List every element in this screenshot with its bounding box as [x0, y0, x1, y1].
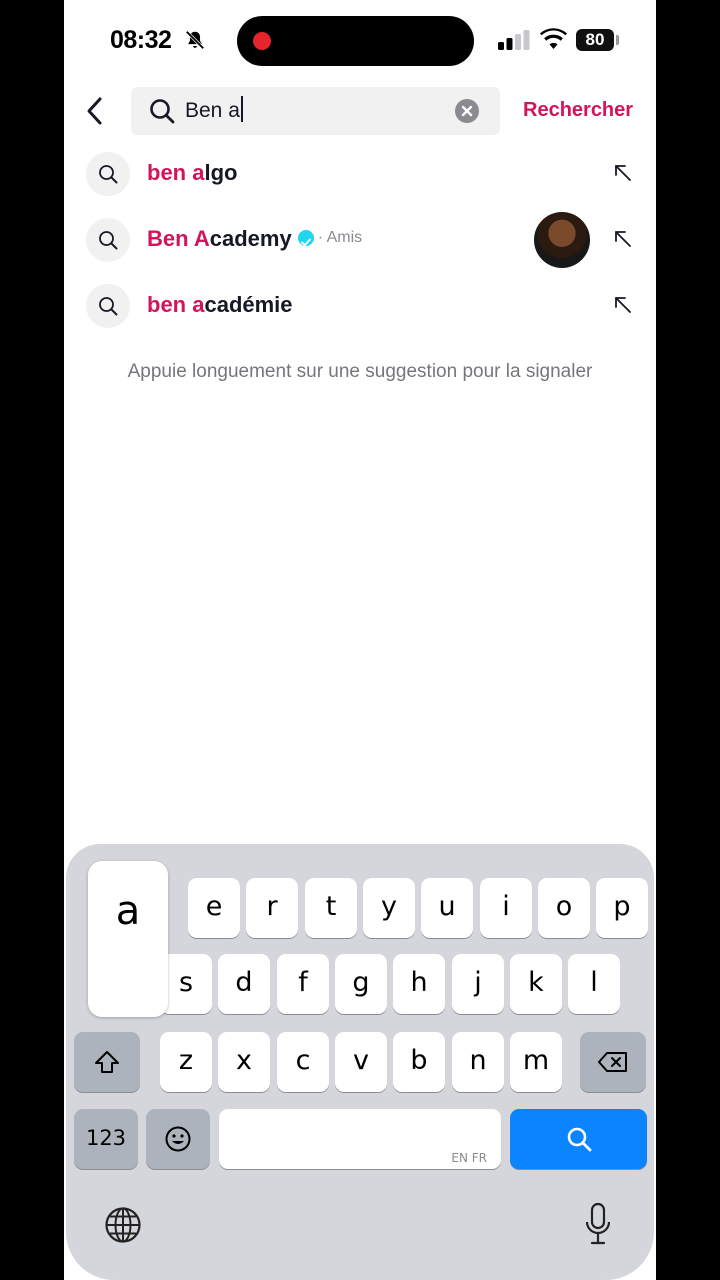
keyboard-search-key[interactable]: [510, 1109, 647, 1169]
shift-key[interactable]: [74, 1032, 140, 1092]
key-u[interactable]: u: [421, 878, 473, 938]
emoji-key[interactable]: [146, 1109, 210, 1169]
fill-suggestion-arrow-icon[interactable]: [612, 162, 634, 184]
recording-dot: [253, 32, 271, 50]
key-g[interactable]: g: [335, 954, 387, 1014]
dynamic-island: [237, 16, 474, 66]
backspace-icon: [598, 1051, 627, 1072]
key-p[interactable]: p: [596, 878, 648, 938]
suggestion-search-icon: [86, 218, 130, 262]
cellular-signal-icon: [498, 30, 530, 50]
search-input[interactable]: Ben a: [131, 87, 500, 135]
keyboard-language-label: EN FR: [451, 1151, 487, 1165]
suggestion-item[interactable]: ben algo: [64, 144, 656, 204]
suggestion-text: ben académie: [147, 292, 293, 317]
suggestion-item[interactable]: ben académie: [64, 276, 656, 336]
search-icon: [567, 1127, 591, 1151]
on-screen-keyboard: e r t y u i o p s d f g h j k l a z x c …: [66, 844, 654, 1280]
verified-badge-icon: [297, 230, 314, 247]
suggestion-search-icon: [86, 152, 130, 196]
key-c[interactable]: c: [277, 1032, 329, 1092]
avatar: [534, 212, 590, 268]
globe-icon[interactable]: [104, 1206, 142, 1244]
key-j[interactable]: j: [452, 954, 504, 1014]
emoji-icon: [165, 1126, 191, 1151]
report-hint-text: Appuie longuement sur une suggestion pou…: [127, 361, 593, 382]
key-t[interactable]: t: [305, 878, 357, 938]
search-submit-button[interactable]: Rechercher: [523, 99, 633, 122]
search-icon: [150, 99, 175, 124]
status-time: 08:32: [110, 26, 172, 54]
key-i[interactable]: i: [480, 878, 532, 938]
wifi-icon: [540, 28, 567, 49]
clear-search-icon[interactable]: [455, 99, 479, 123]
back-arrow-icon[interactable]: [84, 95, 106, 127]
numbers-key[interactable]: 123: [74, 1109, 138, 1169]
screen: 08:32 80 Ben a Rechercher ben algo Ben A…: [64, 0, 656, 1280]
key-n[interactable]: n: [452, 1032, 504, 1092]
space-key[interactable]: EN FR: [219, 1109, 501, 1169]
shift-icon: [95, 1050, 119, 1073]
key-f[interactable]: f: [277, 954, 329, 1014]
key-z[interactable]: z: [160, 1032, 212, 1092]
suggestion-item-account[interactable]: Ben Academy · Amis: [64, 210, 656, 270]
key-x[interactable]: x: [218, 1032, 270, 1092]
key-o[interactable]: o: [538, 878, 590, 938]
key-m[interactable]: m: [510, 1032, 562, 1092]
suggestion-text: Ben Academy · Amis: [147, 226, 363, 251]
key-y[interactable]: y: [363, 878, 415, 938]
battery-tip: [616, 35, 619, 45]
battery-indicator: 80: [576, 29, 614, 51]
fill-suggestion-arrow-icon[interactable]: [612, 294, 634, 316]
key-a-popup[interactable]: a: [88, 861, 168, 1017]
fill-suggestion-arrow-icon[interactable]: [612, 228, 634, 250]
key-h[interactable]: h: [393, 954, 445, 1014]
suggestion-search-icon: [86, 284, 130, 328]
delete-key[interactable]: [580, 1032, 646, 1092]
bell-muted-icon: [185, 30, 205, 50]
key-k[interactable]: k: [510, 954, 562, 1014]
key-b[interactable]: b: [393, 1032, 445, 1092]
key-v[interactable]: v: [335, 1032, 387, 1092]
key-d[interactable]: d: [218, 954, 270, 1014]
key-e[interactable]: e: [188, 878, 240, 938]
key-r[interactable]: r: [246, 878, 298, 938]
microphone-icon[interactable]: [584, 1202, 612, 1246]
key-l[interactable]: l: [568, 954, 620, 1014]
suggestion-subtitle: · Amis: [317, 229, 363, 247]
search-query-text: Ben a: [185, 96, 243, 123]
suggestion-text: ben algo: [147, 160, 238, 185]
